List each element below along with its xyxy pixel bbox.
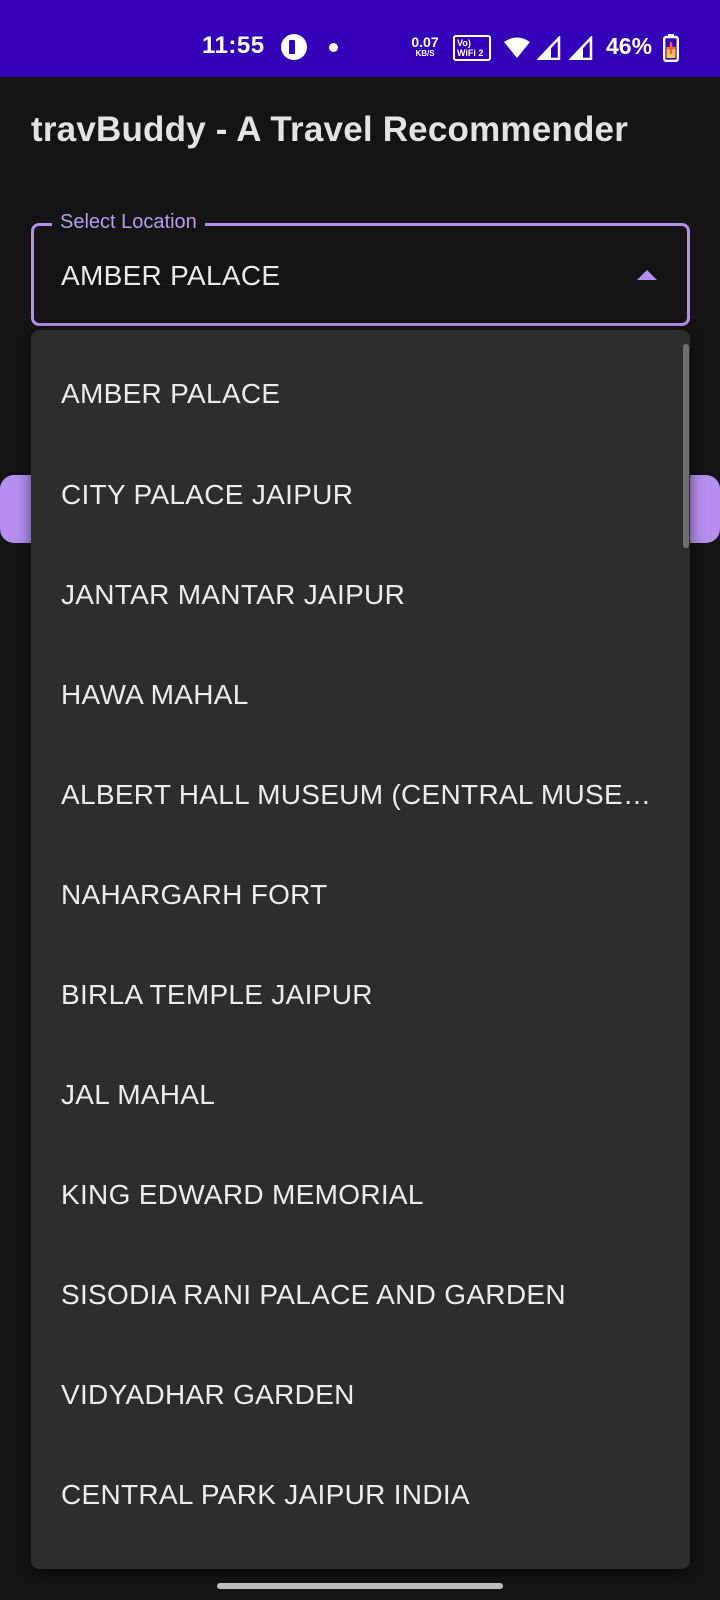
select-label: Select Location: [52, 211, 205, 234]
menu-item-jantar-mantar-jaipur[interactable]: JANTAR MANTAR JAIPUR: [31, 545, 690, 645]
menu-item-amber-palace[interactable]: AMBER PALACE: [31, 344, 690, 444]
select-value: AMBER PALACE: [61, 260, 281, 291]
battery-charging-icon: [663, 34, 679, 62]
battery-percent: 46%: [606, 33, 653, 59]
location-dropdown-menu: AMBER PALACE CITY PALACE JAIPUR JANTAR M…: [31, 330, 690, 1569]
net-speed-value: 0.07: [411, 34, 439, 50]
clock: 11:55: [202, 32, 265, 59]
wifi-icon: [504, 37, 530, 58]
menu-item-albert-hall-museum[interactable]: ALBERT HALL MUSEUM (CENTRAL MUSE…: [31, 745, 690, 845]
status-bar: 11:55 0.07 KB/S Vo) WiFi 2 46%: [0, 0, 720, 77]
menu-item-sisodia-rani-palace[interactable]: SISODIA RANI PALACE AND GARDEN: [31, 1245, 690, 1345]
menu-item-vidyadhar-garden[interactable]: VIDYADHAR GARDEN: [31, 1345, 690, 1445]
menu-item-nahargarh-fort[interactable]: NAHARGARH FORT: [31, 845, 690, 945]
signal-icon: [537, 36, 561, 60]
menu-item-jal-mahal[interactable]: JAL MAHAL: [31, 1045, 690, 1145]
volte-wifi-icon: Vo) WiFi 2: [453, 35, 491, 61]
menu-item-birla-temple-jaipur[interactable]: BIRLA TEMPLE JAIPUR: [31, 945, 690, 1045]
menu-scrollbar[interactable]: [683, 344, 689, 548]
dot-icon: [329, 43, 338, 52]
net-speed-unit: KB/S: [415, 49, 435, 58]
gesture-navigation-bar[interactable]: [217, 1583, 503, 1589]
net-speed: 0.07 KB/S: [408, 35, 442, 58]
menu-item-city-palace-jaipur[interactable]: CITY PALACE JAIPUR: [31, 445, 690, 545]
page-title: travBuddy - A Travel Recommender: [31, 110, 629, 149]
menu-item-central-park-jaipur[interactable]: CENTRAL PARK JAIPUR INDIA: [31, 1445, 690, 1545]
app-notification-icon: [281, 34, 307, 60]
volte-label: Vo) WiFi 2: [457, 38, 484, 58]
caret-up-icon[interactable]: [637, 270, 657, 280]
signal-icon: [569, 36, 593, 60]
menu-item-king-edward-memorial[interactable]: KING EDWARD MEMORIAL: [31, 1145, 690, 1245]
menu-item-hawa-mahal[interactable]: HAWA MAHAL: [31, 645, 690, 745]
screen: 11:55 0.07 KB/S Vo) WiFi 2 46% travBuddy…: [0, 0, 720, 1600]
